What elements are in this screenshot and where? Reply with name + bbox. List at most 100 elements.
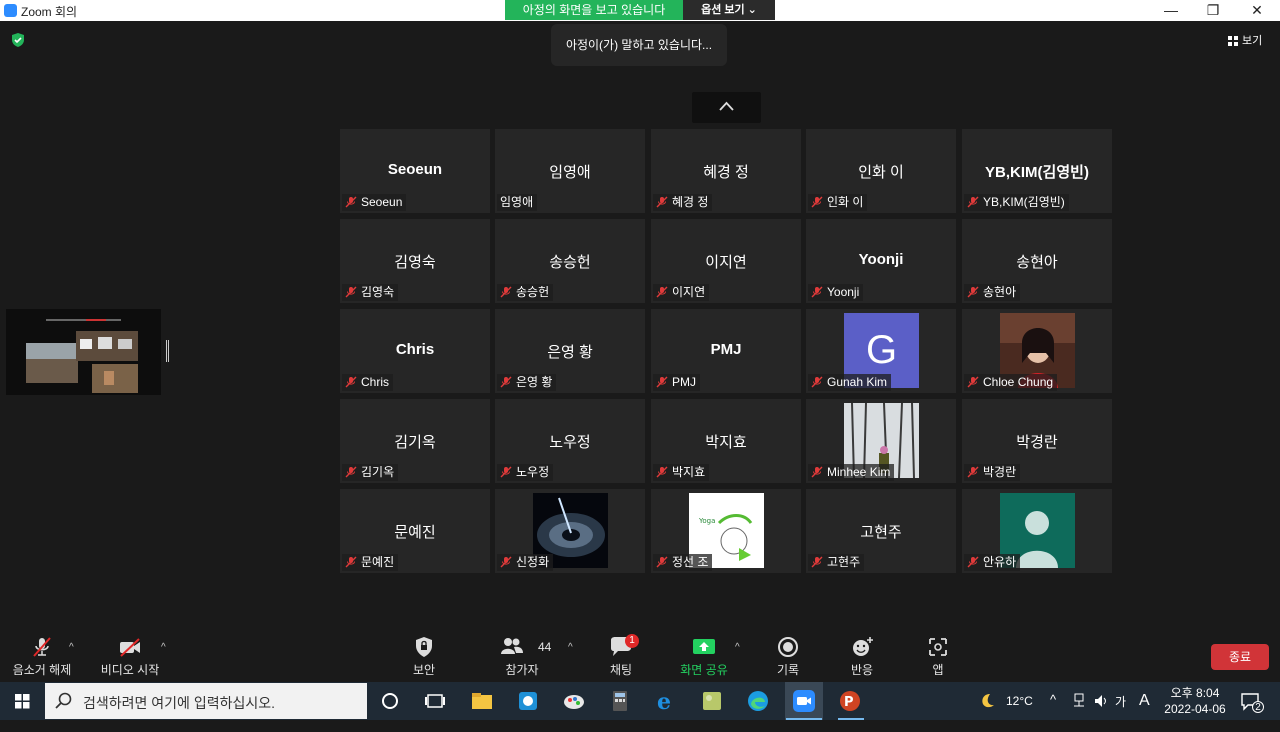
windows-start-icon[interactable]	[0, 682, 45, 720]
speaker-icon[interactable]	[1093, 693, 1109, 709]
reactions-label: 반응	[850, 663, 874, 677]
participant-tile[interactable]: Yoonji Yoonji	[806, 219, 956, 303]
chat-button[interactable]: 1 채팅	[581, 628, 661, 682]
participant-tile[interactable]: 박지효 박지효	[651, 399, 801, 483]
participant-tile[interactable]: Chris Chris	[340, 309, 490, 393]
paint-app-icon[interactable]	[562, 689, 586, 713]
shared-slide-image	[6, 309, 161, 395]
grid-icon	[1228, 36, 1238, 47]
security-button[interactable]: 보안	[384, 628, 464, 682]
participant-name-label: Minhee Kim	[808, 464, 895, 481]
participant-tile[interactable]: 노우정 노우정	[495, 399, 645, 483]
unmute-button[interactable]: 음소거 해제	[2, 628, 82, 682]
edge-browser-icon[interactable]	[746, 689, 770, 713]
powerpoint-icon[interactable]: P	[838, 689, 862, 713]
taskbar-clock[interactable]: 오후 8:04 2022-04-06	[1158, 685, 1232, 717]
participant-name-label: 안유하	[964, 554, 1021, 571]
participant-display-name: YB,KIM(김영빈)	[985, 164, 1089, 181]
view-label: 보기	[1242, 35, 1263, 47]
muted-mic-icon	[967, 286, 979, 298]
video-options-caret[interactable]: ^	[161, 642, 166, 653]
participant-tile[interactable]: Chloe Chung	[962, 309, 1112, 393]
participant-tile[interactable]: Seoeun Seoeun	[340, 129, 490, 213]
file-explorer-icon[interactable]	[470, 689, 494, 713]
participants-options-caret[interactable]: ^	[568, 642, 573, 653]
participant-tile[interactable]: Minhee Kim	[806, 399, 956, 483]
muted-mic-icon	[811, 286, 823, 298]
shared-screen-thumbnail[interactable]	[6, 309, 161, 395]
participants-button[interactable]: 44 참가자	[482, 628, 562, 682]
muted-mic-icon	[811, 466, 823, 478]
participant-name-label: 고현주	[808, 554, 865, 571]
internet-explorer-icon[interactable]: e	[654, 689, 678, 713]
audio-options-caret[interactable]: ^	[69, 642, 74, 653]
participant-tile[interactable]: 송승헌 송승헌	[495, 219, 645, 303]
participant-tile[interactable]: 고현주 고현주	[806, 489, 956, 573]
share-screen-button[interactable]: 화면 공유	[664, 628, 744, 682]
participant-name-label: 임영애	[497, 194, 538, 211]
participant-tile[interactable]: 신정화	[495, 489, 645, 573]
muted-mic-icon	[656, 196, 668, 208]
gallery-page-up-button[interactable]	[692, 92, 761, 123]
viewing-share-banner: 아정의 화면을 보고 있습니다	[505, 0, 683, 20]
network-icon[interactable]	[1072, 693, 1086, 709]
calculator-icon[interactable]	[608, 689, 632, 713]
store-app-icon[interactable]	[516, 689, 540, 713]
clock-date: 2022-04-06	[1164, 702, 1226, 716]
participant-tile[interactable]: 김영숙 김영숙	[340, 219, 490, 303]
zoom-taskbar-active[interactable]	[785, 682, 823, 720]
participant-tile[interactable]: 인화 이 인화 이	[806, 129, 956, 213]
participant-tile[interactable]: 은영 황 은영 황	[495, 309, 645, 393]
share-screen-label: 화면 공유	[680, 663, 728, 677]
participant-tile[interactable]: 안유하	[962, 489, 1112, 573]
participant-tile[interactable]: YB,KIM(김영빈) YB,KIM(김영빈)	[962, 129, 1112, 213]
record-button[interactable]: 기록	[748, 628, 828, 682]
participant-name: 노우정	[516, 465, 550, 479]
participant-name-label: PMJ	[653, 374, 700, 391]
participant-name-label: Yoonji	[808, 284, 864, 301]
participant-tile[interactable]: 송현아 송현아	[962, 219, 1112, 303]
muted-mic-icon	[345, 196, 357, 208]
weather-temperature[interactable]: 12°C	[1006, 694, 1033, 732]
task-view-icon[interactable]	[423, 689, 447, 713]
participant-tile[interactable]: 혜경 정 혜경 정	[651, 129, 801, 213]
muted-mic-icon	[345, 286, 357, 298]
photos-app-icon[interactable]	[700, 689, 724, 713]
participant-display-name: 고현주	[860, 524, 902, 541]
smiley-plus-icon	[853, 637, 873, 656]
share-options-caret[interactable]: ^	[735, 642, 740, 653]
participant-name-label: 송승헌	[497, 284, 554, 301]
participant-tile[interactable]: 이지연 이지연	[651, 219, 801, 303]
participant-name: Seoeun	[361, 195, 403, 209]
taskbar-search-box[interactable]: 검색하려면 여기에 입력하십시오.	[45, 683, 367, 719]
participant-tile[interactable]: PMJ PMJ	[651, 309, 801, 393]
participant-tile[interactable]: G Gunah Kim	[806, 309, 956, 393]
reactions-button[interactable]: 반응	[822, 628, 902, 682]
input-method-icon[interactable]: 가	[1115, 693, 1131, 709]
apps-button[interactable]: 앱	[898, 628, 978, 682]
participant-tile[interactable]: 임영애 임영애	[495, 129, 645, 213]
view-options-button[interactable]: 옵션 보기 ⌄	[683, 0, 775, 20]
muted-mic-icon	[656, 286, 668, 298]
muted-mic-icon	[967, 196, 979, 208]
view-layout-button[interactable]: 보기	[1228, 32, 1262, 48]
chevron-up-tray-icon[interactable]: ^	[1050, 692, 1056, 730]
participant-display-name: Chris	[395, 341, 435, 358]
participant-tile[interactable]: Yoga 정선 조	[651, 489, 801, 573]
participant-name: 안유하	[983, 555, 1017, 569]
minimize-button[interactable]: —	[1148, 0, 1194, 21]
start-video-button[interactable]: 비디오 시작	[90, 628, 170, 682]
participant-tile[interactable]: 박경란 박경란	[962, 399, 1112, 483]
ime-mode-indicator[interactable]: A	[1139, 692, 1150, 730]
cortana-icon[interactable]	[378, 689, 402, 713]
participant-tile[interactable]: 김기옥 김기옥	[340, 399, 490, 483]
resize-handle[interactable]	[166, 340, 169, 362]
end-meeting-button[interactable]: 종료	[1211, 644, 1269, 670]
svg-text:가: 가	[1115, 695, 1126, 709]
participant-tile[interactable]: 문예진 문예진	[340, 489, 490, 573]
restore-button[interactable]: ❐	[1190, 0, 1236, 21]
start-video-label: 비디오 시작	[100, 663, 160, 677]
encryption-shield-icon[interactable]	[10, 32, 26, 48]
close-button[interactable]: ✕	[1234, 0, 1280, 21]
moon-weather-icon[interactable]	[978, 692, 996, 710]
